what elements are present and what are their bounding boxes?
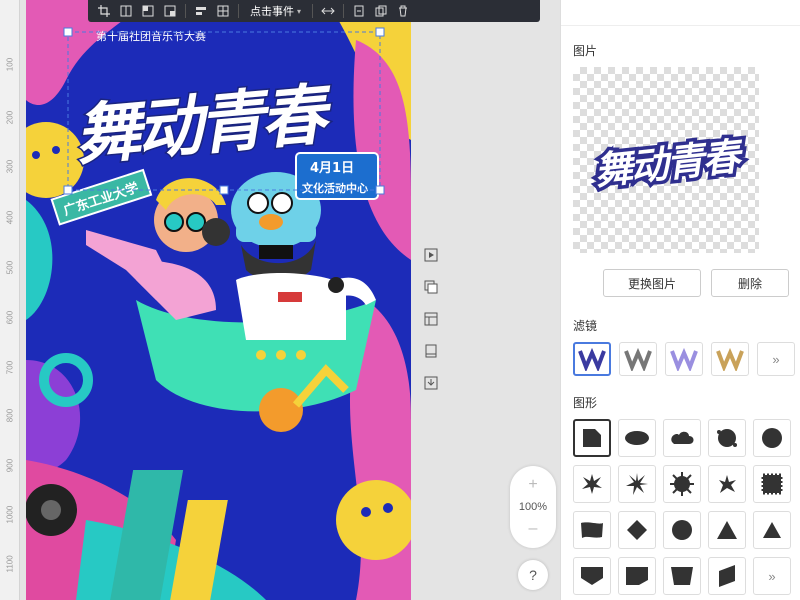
properties-panel: 图片 舞动青春 更换图片 删除 滤镜 » 图形 »: [560, 0, 800, 600]
poster-canvas[interactable]: 第十届社团音乐节大赛 舞动青春 广东工业大学 4月1日 文化活动中心: [26, 0, 411, 600]
shape-grid: »: [573, 419, 800, 595]
image-thumbnail[interactable]: 舞动青春: [573, 67, 759, 253]
editor-app: 100 200 300 400 500 600 700 800 900 1000…: [0, 0, 800, 600]
duplicate-icon[interactable]: [422, 278, 440, 296]
image-action-row: 更换图片 删除: [603, 269, 800, 297]
trash-icon[interactable]: [393, 2, 413, 20]
ruler-tick: 1000: [5, 505, 15, 524]
crop-icon[interactable]: [94, 2, 114, 20]
shape-banner[interactable]: [663, 557, 701, 595]
shape-triangle-alt[interactable]: [753, 511, 791, 549]
zoom-control: + 100% –: [510, 466, 556, 548]
ruler-tick: 300: [5, 159, 15, 174]
shape-flag[interactable]: [618, 557, 656, 595]
shape-more-button[interactable]: »: [753, 557, 791, 595]
thumbnail-text: 舞动青春: [589, 130, 744, 197]
filter-warm[interactable]: [711, 342, 749, 376]
delete-image-button[interactable]: 删除: [711, 269, 789, 297]
shape-brush-rect[interactable]: [573, 511, 611, 549]
shape-spiky-splash[interactable]: [618, 465, 656, 503]
shape-pentagon-down[interactable]: [573, 557, 611, 595]
image-section-title: 图片: [573, 44, 598, 58]
distribute-icon[interactable]: [318, 2, 338, 20]
shape-triangle[interactable]: [708, 511, 746, 549]
shape-circle[interactable]: [663, 511, 701, 549]
shape-rough-circle[interactable]: [753, 419, 791, 457]
toolbar-divider: [343, 4, 345, 18]
shape-burst[interactable]: [663, 465, 701, 503]
shape-cross-splat[interactable]: [708, 465, 746, 503]
download-icon[interactable]: [422, 374, 440, 392]
play-icon[interactable]: [422, 246, 440, 264]
layer-up-icon[interactable]: [138, 2, 158, 20]
ruler-tick: 700: [5, 360, 15, 375]
ruler-tick: 1100: [5, 555, 15, 573]
poster-date: 4月1日: [310, 161, 354, 176]
panel-header: [561, 0, 800, 26]
toolbar-divider: [185, 4, 186, 18]
ruler-tick: 900: [5, 458, 15, 473]
canvas-area[interactable]: 第十届社团音乐节大赛 舞动青春 广东工业大学 4月1日 文化活动中心 点击事件 …: [20, 0, 560, 600]
shape-square[interactable]: [573, 419, 611, 457]
ruler-tick: 800: [5, 408, 15, 423]
filter-purple[interactable]: [665, 342, 703, 376]
shape-ink-splash[interactable]: [573, 465, 611, 503]
zoom-out-button[interactable]: –: [529, 520, 538, 538]
vertical-ruler: 100 200 300 400 500 600 700 800 900 1000…: [0, 0, 20, 600]
align-icon[interactable]: [191, 2, 211, 20]
export-icon[interactable]: [349, 2, 369, 20]
filter-section-title: 滤镜: [573, 319, 598, 333]
layer-down-icon[interactable]: [160, 2, 180, 20]
zoom-level: 100%: [518, 500, 548, 513]
shape-stamp[interactable]: [753, 465, 791, 503]
ruler-tick: 500: [5, 260, 15, 275]
poster-venue: 文化活动中心: [302, 181, 368, 195]
ruler-tick: 200: [5, 110, 15, 125]
ruler-tick: 600: [5, 310, 15, 325]
shape-section-title: 图形: [573, 396, 598, 410]
element-toolbar: 点击事件 ▾: [88, 0, 540, 22]
ruler-tick: 100: [5, 57, 15, 72]
chevron-down-icon: ▾: [297, 6, 302, 16]
ruler-tick: 400: [5, 210, 15, 225]
layout-icon[interactable]: [422, 310, 440, 328]
shape-parallelogram[interactable]: [708, 557, 746, 595]
zoom-in-button[interactable]: +: [528, 476, 537, 494]
shape-blob-pill[interactable]: [618, 419, 656, 457]
toolbar-divider: [238, 4, 239, 18]
click-event-dropdown[interactable]: 点击事件 ▾: [244, 3, 307, 19]
shape-diamond[interactable]: [618, 511, 656, 549]
filter-more-button[interactable]: »: [757, 342, 795, 376]
filter-mono[interactable]: [619, 342, 657, 376]
click-event-label: 点击事件: [250, 6, 294, 18]
replace-image-button[interactable]: 更换图片: [603, 269, 701, 297]
flip-icon[interactable]: [116, 2, 136, 20]
poster-top-banner: 第十届社团音乐节大赛: [96, 29, 206, 43]
grid-icon[interactable]: [213, 2, 233, 20]
toolbar-divider: [312, 4, 314, 18]
side-tool-column: [418, 246, 444, 392]
page-icon[interactable]: [422, 342, 440, 360]
help-button[interactable]: ?: [518, 560, 548, 590]
shape-cloud[interactable]: [663, 419, 701, 457]
copy-icon[interactable]: [371, 2, 391, 20]
shape-splat[interactable]: [708, 419, 746, 457]
filter-list: »: [573, 342, 800, 376]
filter-original[interactable]: [573, 342, 611, 376]
